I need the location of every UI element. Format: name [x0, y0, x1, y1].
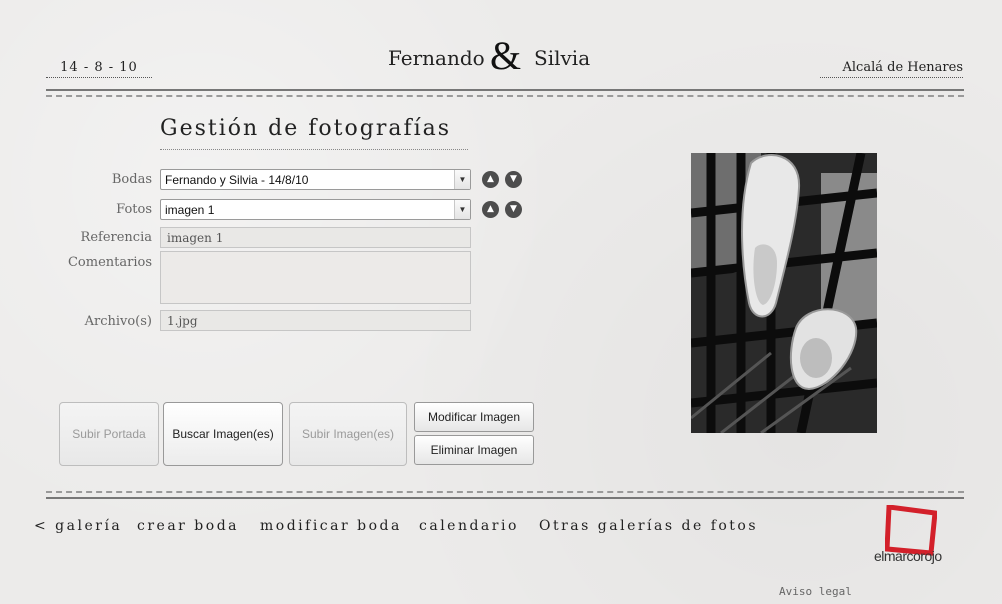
fotos-up-button[interactable]: ▲	[482, 201, 499, 218]
bodas-up-button[interactable]: ▲	[482, 171, 499, 188]
archivo-label: Archivo(s)	[84, 314, 152, 329]
groom-name: Fernando	[388, 46, 485, 70]
nav-galeria-link[interactable]: < galería	[34, 518, 122, 534]
wedding-photo	[691, 153, 877, 433]
chevron-down-icon[interactable]: ▼	[454, 200, 470, 219]
comentarios-label: Comentarios	[67, 255, 152, 270]
fotos-select-value: imagen 1	[165, 203, 215, 217]
nav-otras-galerias-link[interactable]: Otras galerías de fotos	[539, 518, 758, 534]
nav-calendario-link[interactable]: calendario	[419, 518, 519, 534]
header-divider	[46, 89, 964, 91]
wedding-place: Alcalá de Henares	[820, 60, 963, 78]
referencia-field[interactable]: imagen 1	[160, 227, 471, 248]
fotos-label: Fotos	[116, 202, 152, 217]
header-divider-dashed	[46, 95, 964, 97]
bodas-down-button[interactable]: ▼	[505, 171, 522, 188]
nav-crear-boda-link[interactable]: crear boda	[137, 518, 239, 534]
bodas-select-value: Fernando y Silvia - 14/8/10	[165, 173, 309, 187]
archivo-field[interactable]: 1.jpg	[160, 310, 471, 331]
arrow-down-circle-icon: ▼	[510, 204, 517, 214]
arrow-down-circle-icon: ▼	[510, 174, 517, 184]
page-title: Gestión de fotografías	[160, 116, 468, 150]
bride-name: Silvia	[534, 46, 591, 70]
fotos-down-button[interactable]: ▼	[505, 201, 522, 218]
referencia-label: Referencia	[80, 230, 152, 245]
subir-portada-button[interactable]: Subir Portada	[59, 402, 159, 466]
shoes-photo-image	[691, 153, 877, 433]
buscar-imagen-button[interactable]: Buscar Imagen(es)	[163, 402, 283, 466]
fotos-select[interactable]: imagen 1 ▼	[160, 199, 471, 220]
ampersand: &	[490, 33, 522, 78]
comentarios-textarea[interactable]	[160, 251, 471, 304]
arrow-up-circle-icon: ▲	[487, 204, 494, 214]
nav-modificar-boda-link[interactable]: modificar boda	[260, 518, 402, 534]
chevron-down-icon[interactable]: ▼	[454, 170, 470, 189]
bodas-select[interactable]: Fernando y Silvia - 14/8/10 ▼	[160, 169, 471, 190]
eliminar-imagen-button[interactable]: Eliminar Imagen	[414, 435, 534, 465]
footer-divider-dashed	[46, 491, 964, 493]
subir-imagen-button[interactable]: Subir Imagen(es)	[289, 402, 407, 466]
bodas-label: Bodas	[111, 172, 152, 187]
aviso-legal-link[interactable]: Aviso legal	[779, 585, 852, 598]
logo-text[interactable]: elmarcorojo	[874, 548, 942, 564]
footer-divider	[46, 497, 964, 499]
arrow-up-circle-icon: ▲	[487, 174, 494, 184]
wedding-date: 14 - 8 - 10	[46, 60, 152, 78]
modificar-imagen-button[interactable]: Modificar Imagen	[414, 402, 534, 432]
